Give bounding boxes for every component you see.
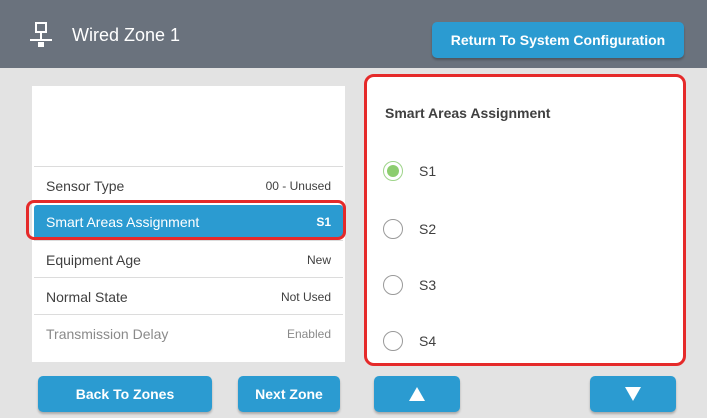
setting-label: Transmission Delay — [46, 326, 169, 342]
radio-button[interactable] — [383, 275, 403, 295]
setting-value: 00 - Unused — [265, 179, 331, 193]
setting-value: Enabled — [286, 327, 331, 341]
option-label: S1 — [419, 163, 437, 179]
setting-row-equipment-age[interactable]: Equipment Age New — [34, 240, 343, 279]
setting-row-normal-state[interactable]: Normal State Not Used — [34, 277, 343, 316]
smart-areas-assignment-panel: Smart Areas Assignment S1 S2 S3 S4 — [364, 74, 686, 366]
next-zone-button[interactable]: Next Zone — [238, 376, 340, 412]
setting-value: Not Used — [280, 290, 331, 304]
setting-row-transmission-delay[interactable]: Transmission Delay Enabled — [34, 314, 343, 353]
network-icon — [30, 22, 52, 47]
radio-option-s4[interactable]: S4 — [383, 331, 583, 355]
return-to-system-configuration-button[interactable]: Return To System Configuration — [432, 22, 684, 58]
option-label: S3 — [419, 277, 437, 293]
option-label: S4 — [419, 333, 437, 349]
back-to-zones-button[interactable]: Back To Zones — [38, 376, 212, 412]
setting-label: Normal State — [46, 289, 128, 305]
arrow-up-icon — [409, 387, 425, 401]
scroll-down-button[interactable] — [590, 376, 676, 412]
arrow-down-icon — [625, 387, 641, 401]
setting-label: Equipment Age — [46, 252, 141, 268]
panel-title: Smart Areas Assignment — [385, 105, 551, 121]
setting-label: Sensor Type — [46, 178, 125, 194]
radio-button-selected[interactable] — [383, 161, 403, 181]
radio-option-s1[interactable]: S1 — [383, 161, 583, 185]
scroll-up-button[interactable] — [374, 376, 460, 412]
page-title: Wired Zone 1 — [72, 25, 181, 45]
option-label: S2 — [419, 221, 437, 237]
radio-option-s2[interactable]: S2 — [383, 219, 583, 243]
radio-option-s3[interactable]: S3 — [383, 275, 583, 299]
selected-row-highlight — [26, 200, 346, 240]
header-bar: Wired Zone 1 Return To System Configurat… — [0, 0, 707, 68]
setting-value: New — [306, 253, 331, 267]
radio-button[interactable] — [383, 331, 403, 351]
radio-button[interactable] — [383, 219, 403, 239]
